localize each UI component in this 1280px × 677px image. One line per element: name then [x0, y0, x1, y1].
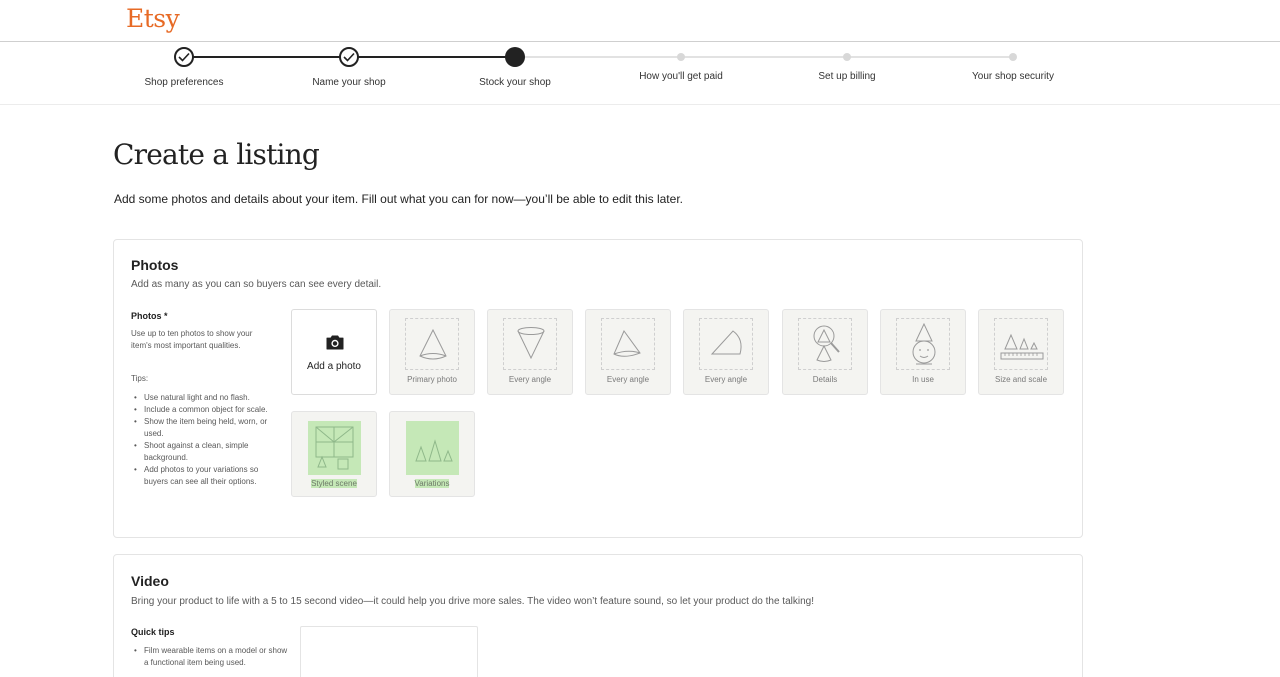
check-icon [174, 47, 194, 67]
pending-step-dot-icon [843, 53, 851, 61]
cone-on-head-icon [896, 318, 950, 370]
list-item: Film wearable items on a model or show a… [131, 645, 291, 669]
tips-heading: Tips: [131, 374, 149, 383]
video-tips-list: Film wearable items on a model or show a… [131, 645, 291, 669]
step-how-youll-get-paid: How you'll get paid [601, 47, 761, 82]
onboarding-stepper: Shop preferences Name your shop Stock yo… [0, 43, 1280, 105]
photos-section: Photos Add as many as you can so buyers … [113, 239, 1083, 538]
pending-step-dot-icon [1009, 53, 1017, 61]
photo-slot-size-and-scale[interactable]: Size and scale [978, 309, 1064, 395]
photo-slot-label-text: Styled scene [311, 479, 357, 488]
step-label: Set up billing [818, 71, 876, 82]
photo-slot-label: Primary photo [407, 375, 457, 384]
video-section: Video Bring your product to life with a … [113, 554, 1083, 677]
page-subtitle: Add some photos and details about your i… [114, 192, 683, 206]
photo-slot-in-use[interactable]: In use [880, 309, 966, 395]
site-header: Etsy [0, 0, 1280, 42]
photos-help-text: Use up to ten photos to show your item's… [131, 329, 253, 350]
photo-tips-list: Use natural light and no flash. Include … [131, 392, 271, 488]
step-label: Your shop security [972, 71, 1054, 82]
add-photo-button[interactable]: Add a photo [291, 309, 377, 395]
cone-tilted-icon [601, 318, 655, 370]
photo-slot-primary[interactable]: Primary photo [389, 309, 475, 395]
photo-slot-label: Details [812, 375, 838, 384]
photo-slot-label: Every angle [704, 375, 748, 384]
photo-slot-every-angle[interactable]: Every angle [487, 309, 573, 395]
list-item: Include a common object for scale. [131, 404, 271, 416]
video-title: Video [131, 573, 169, 589]
photo-slot-label: Variations [390, 479, 474, 488]
page-title: Create a listing [113, 138, 320, 171]
photo-slot-styled-scene[interactable]: Styled scene [291, 411, 377, 497]
cone-side-icon [699, 318, 753, 370]
photo-slot-label: Size and scale [994, 375, 1048, 384]
photo-slot-details[interactable]: Details [782, 309, 868, 395]
step-name-your-shop[interactable]: Name your shop [269, 47, 429, 88]
step-your-shop-security: Your shop security [933, 47, 1093, 82]
quick-tips-label: Quick tips [131, 627, 175, 637]
photos-field-label: Photos * [131, 311, 168, 321]
step-shop-preferences[interactable]: Shop preferences [104, 47, 264, 88]
photos-title: Photos [131, 257, 179, 273]
step-set-up-billing: Set up billing [767, 47, 927, 82]
photo-slot-every-angle[interactable]: Every angle [585, 309, 671, 395]
styled-scene-icon [308, 421, 361, 475]
pending-step-dot-icon [677, 53, 685, 61]
cones-ruler-icon [994, 318, 1048, 370]
etsy-logo[interactable]: Etsy [126, 4, 180, 33]
check-icon [339, 47, 359, 67]
list-item: Shoot against a clean, simple background… [131, 440, 271, 464]
step-stock-your-shop: Stock your shop [435, 47, 595, 88]
current-step-dot-icon [505, 47, 525, 67]
step-label: How you'll get paid [639, 71, 723, 82]
list-item: Use natural light and no flash. [131, 392, 271, 404]
list-item: Show the item being held, worn, or used. [131, 416, 271, 440]
photos-description: Add as many as you can so buyers can see… [131, 279, 382, 290]
video-description: Bring your product to life with a 5 to 1… [131, 596, 814, 607]
cone-variations-icon [406, 421, 459, 475]
photo-slot-label: Styled scene [292, 479, 376, 488]
step-label: Name your shop [312, 77, 386, 88]
cone-icon [405, 318, 459, 370]
step-label: Stock your shop [479, 77, 551, 88]
magnifier-cone-icon [798, 318, 852, 370]
step-label: Shop preferences [144, 77, 224, 88]
cone-inverted-icon [503, 318, 557, 370]
camera-icon [326, 335, 344, 350]
photo-slot-label: Every angle [606, 375, 650, 384]
list-item: Add photos to your variations so buyers … [131, 464, 271, 488]
video-upload-area[interactable] [300, 626, 478, 677]
photo-slot-label-text: Variations [414, 479, 450, 488]
photo-slot-every-angle[interactable]: Every angle [683, 309, 769, 395]
photo-slot-label: Every angle [508, 375, 552, 384]
photo-slot-variations[interactable]: Variations [389, 411, 475, 497]
photo-slot-label: In use [912, 375, 934, 384]
add-photo-label: Add a photo [307, 361, 361, 372]
